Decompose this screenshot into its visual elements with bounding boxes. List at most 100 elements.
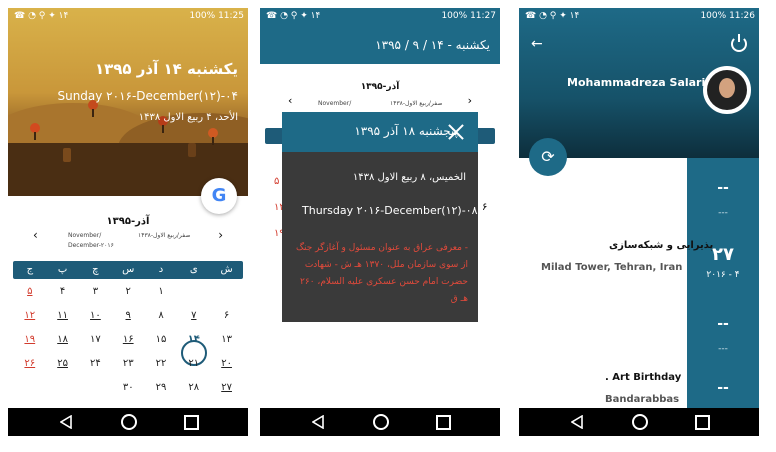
month-title: آذر-۱۳۹۵ (360, 82, 400, 92)
calendar-day[interactable]: ۵ (13, 280, 46, 304)
event-month-year: ۲۰۱۶ - ۴ (706, 270, 740, 280)
calendar-screen: ☎ ◔ ⚲ ✦ ۱۴ 100% 11:25 یکشنبه ۱۴ آذر ۱۳۹۵… (8, 8, 248, 436)
calendar-day[interactable]: ۱۷ (79, 328, 112, 352)
calendar-day[interactable]: ۹ (112, 304, 145, 328)
gregorian-date: Sunday ۲۰۱۶-December(۱۲)-۰۴ (57, 89, 238, 103)
nav-bar (519, 408, 759, 436)
status-bar: ☎ ◔ ⚲ ✦ ۱۴ 100% 11:26 (519, 8, 759, 26)
event-title[interactable]: Art Birthday . (605, 372, 681, 383)
back-icon[interactable] (312, 415, 324, 429)
calendar-day[interactable]: ۱ (145, 280, 178, 304)
status-bar: ☎ ◔ ⚲ ✦ ۱۴ 100% 11:27 (260, 8, 500, 26)
power-icon[interactable] (731, 34, 747, 52)
calendar-day[interactable]: ۸ (145, 304, 178, 328)
calendar-day[interactable]: ۱۶ (112, 328, 145, 352)
day-event-dialog: پنجشنبه ۱۸ آذر ۱۳۹۵ الخمیس، ۸ ربیع الاول… (282, 112, 478, 322)
recents-icon[interactable] (695, 415, 710, 430)
calendar-day[interactable]: ۱۰ (79, 304, 112, 328)
date-title: یکشنبه ۱۴ آذر ۱۳۹۵ (94, 60, 238, 78)
battery-level: 100% (441, 11, 468, 21)
clock: 11:26 (729, 11, 755, 21)
dialog-header: پنجشنبه ۱۸ آذر ۱۳۹۵ (282, 112, 478, 152)
calendar-day[interactable]: ۶ (210, 304, 243, 328)
calendar-day[interactable]: ۱۵ (145, 328, 178, 352)
selected-date-header: یکشنبه - ۱۴ / ۹ / ۱۳۹۵ (260, 26, 500, 64)
status-icons: ☎ ◔ ⚲ ✦ ۱۴ (266, 11, 321, 21)
calendar-day[interactable]: ۲۶ (13, 352, 46, 376)
nav-bar (8, 408, 248, 436)
user-name: Mohammadreza Salari (567, 76, 706, 89)
calendar-day-today[interactable]: ۱۴ (177, 328, 210, 352)
calendar-day[interactable]: ۱۳ (210, 328, 243, 352)
nav-bar (260, 408, 500, 436)
calendar-day[interactable]: ۲۳ (112, 352, 145, 376)
home-icon[interactable] (632, 414, 648, 430)
weekday: ج (26, 264, 34, 275)
gregorian-month-label: November/ (318, 100, 352, 107)
calendar-day[interactable]: ۲۰ (210, 352, 243, 376)
calendar-day[interactable]: ۱۲ (13, 304, 46, 328)
home-icon[interactable] (121, 414, 137, 430)
status-icons: ☎ ◔ ⚲ ✦ ۱۴ (14, 11, 69, 21)
calendar-day[interactable]: ۲۷ (210, 376, 243, 400)
dialog-title: پنجشنبه ۱۸ آذر ۱۳۹۵ (354, 124, 458, 138)
back-icon[interactable] (60, 415, 72, 429)
weekday: ش (220, 264, 233, 275)
sync-icon[interactable]: ⟳ (529, 138, 567, 176)
event-location: Milad Tower, Tehran, Iran (541, 262, 683, 273)
calendar-day[interactable]: ۱۹ (13, 328, 46, 352)
dialog-events: - معرفی عراق به عنوان مسئول و آغازگر جنگ… (295, 243, 468, 304)
prev-month-icon[interactable]: ‹ (288, 94, 292, 107)
home-icon[interactable] (373, 414, 389, 430)
next-month-icon[interactable]: › (218, 228, 223, 242)
weekday: چ (92, 264, 99, 275)
recents-icon[interactable] (184, 415, 199, 430)
calendar-day[interactable]: ۵ (274, 176, 279, 187)
back-arrow-icon[interactable]: ← (531, 36, 543, 52)
calendar-day[interactable]: ۶ (482, 202, 487, 213)
recents-icon[interactable] (436, 415, 451, 430)
calendar-day[interactable]: ۲۸ (177, 376, 210, 400)
close-icon[interactable] (448, 124, 464, 140)
hijri-month-label: صفر/ربیع الاول-۱۴۳۸ (390, 100, 443, 107)
event-title[interactable]: پذیرایی و شبکه‌سازی (609, 240, 713, 251)
clock: 11:25 (218, 11, 244, 21)
date-placeholder: -- (717, 380, 729, 396)
profile-events-screen: ☎ ◔ ⚲ ✦ ۱۴ 100% 11:26 ← Mohammadreza Sal… (519, 8, 759, 436)
weekday: پ (57, 264, 68, 275)
calendar-day[interactable]: ۳ (79, 280, 112, 304)
battery-level: 100% (189, 11, 216, 21)
weekday: س (122, 264, 135, 275)
dialog-gregorian-date: Thursday ۲۰۱۶-December(۱۲)-۰۸ (302, 204, 478, 217)
battery-level: 100% (700, 11, 727, 21)
gregorian-month-label: November/ (68, 232, 102, 239)
month-title: آذر-۱۳۹۵ (106, 216, 150, 227)
status-icons: ☎ ◔ ⚲ ✦ ۱۴ (525, 11, 580, 21)
calendar-day[interactable]: ۱۱ (46, 304, 79, 328)
calendar-day[interactable]: ۲۹ (145, 376, 178, 400)
date-placeholder: -- (717, 316, 729, 332)
calendar-day[interactable]: ۲۵ (46, 352, 79, 376)
calendar-day[interactable]: ۱۸ (46, 328, 79, 352)
calendar-day[interactable]: ۲۲ (145, 352, 178, 376)
calendar-day[interactable]: ۲۴ (79, 352, 112, 376)
calendar-day[interactable]: ۷ (177, 304, 210, 328)
day-detail-screen: ☎ ◔ ⚲ ✦ ۱۴ 100% 11:27 یکشنبه - ۱۴ / ۹ / … (260, 8, 500, 436)
calendar-day[interactable]: ۳۰ (112, 376, 145, 400)
prev-month-icon[interactable]: ‹ (33, 228, 38, 242)
next-month-icon[interactable]: › (468, 94, 472, 107)
calendar-day[interactable]: ۲ (112, 280, 145, 304)
clock: 11:27 (470, 11, 496, 21)
calendar-day[interactable]: ۴ (46, 280, 79, 304)
google-button[interactable]: G (201, 178, 237, 214)
weekday: د (158, 264, 164, 275)
avatar[interactable] (703, 66, 751, 114)
hijri-date: الأحد، ۴ ربیع الاول ۱۴۳۸ (138, 112, 238, 123)
calendar-day[interactable]: ۲۱ (177, 352, 210, 376)
calendar-grid: ۱ ۲ ۳ ۴ ۵ ۶ ۷ ۸ ۹ ۱۰ ۱۱ ۱۲ ۱۳ ۱۴ ۱۵ ۱۶ ۱… (13, 280, 243, 400)
weekday: ی (189, 264, 198, 275)
date-placeholder-sub: --- (718, 208, 728, 218)
status-bar: ☎ ◔ ⚲ ✦ ۱۴ 100% 11:25 (8, 8, 248, 26)
date-column: -- --- ۲۷ ۲۰۱۶ - ۴ -- --- -- (687, 158, 759, 408)
back-icon[interactable] (571, 415, 583, 429)
